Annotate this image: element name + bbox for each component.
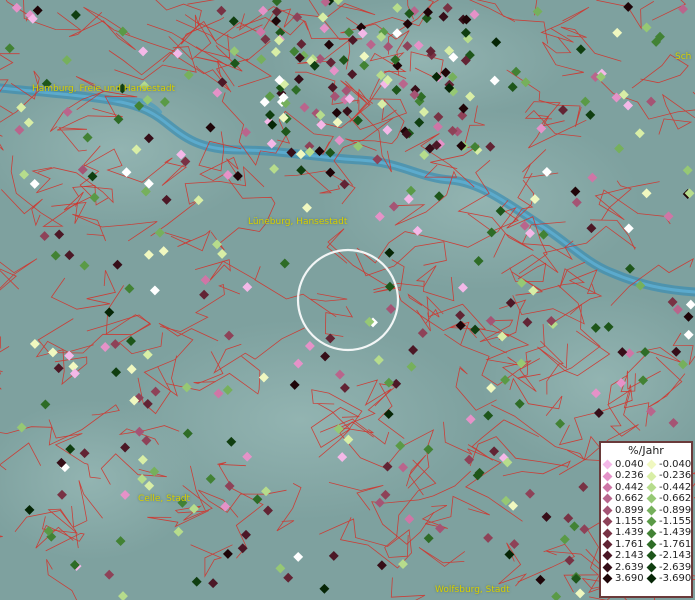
legend-value: 1.155 <box>615 515 644 527</box>
legend-row-positive: 2.143 <box>601 550 645 561</box>
legend-swatch <box>646 459 657 470</box>
legend-value: -0.442 <box>659 481 692 493</box>
legend-swatch <box>646 482 657 493</box>
legend-row-negative: -1.761 <box>645 539 691 550</box>
legend-row-positive: 0.040 <box>601 459 645 470</box>
legend-swatch <box>646 493 657 504</box>
legend-title: %/Jahr <box>628 444 664 457</box>
legend-row-negative: -1.155 <box>645 516 691 527</box>
legend-swatch <box>602 528 613 538</box>
legend-swatch <box>602 493 613 504</box>
legend-swatch <box>646 550 657 561</box>
legend-value: -1.761 <box>659 538 692 550</box>
legend-row-negative: -0.442 <box>645 482 691 493</box>
legend-row-negative: -2.639 <box>645 562 691 573</box>
legend: %/Jahr 0.040 0.236 0.442 0.662 0.899 1.155 1.4… <box>599 441 693 598</box>
place-label-hamburg: Hamburg, Freie und Hansestadt <box>32 84 176 94</box>
legend-value: -0.899 <box>659 504 692 516</box>
legend-swatch <box>602 573 613 584</box>
legend-row-negative: -0.899 <box>645 505 691 516</box>
legend-row-negative: -0.040 <box>645 459 691 470</box>
legend-value: -0.236 <box>659 470 692 482</box>
legend-value: 1.761 <box>615 538 644 550</box>
legend-negative-column: -0.040 -0.236 -0.442 -0.662 -0.899 -1.155 -1.4… <box>645 459 691 584</box>
legend-value: -2.143 <box>659 550 692 562</box>
legend-swatch <box>602 562 613 573</box>
map-view[interactable]: Hamburg, Freie und Hansestadt Lüneburg, … <box>0 0 695 600</box>
legend-row-positive: 1.439 <box>601 527 645 538</box>
legend-row-negative: -0.662 <box>645 493 691 504</box>
legend-value: 0.899 <box>615 504 644 516</box>
place-label-wolfsburg: Wolfsburg, Stadt <box>435 585 510 595</box>
legend-row-positive: 2.639 <box>601 562 645 573</box>
place-label-celle: Celle, Stadt <box>138 494 191 504</box>
legend-positive-column: 0.040 0.236 0.442 0.662 0.899 1.155 1.439 1.761… <box>601 459 645 584</box>
legend-value: 1.439 <box>615 527 644 539</box>
legend-swatch <box>602 471 613 482</box>
place-label-lueneburg: Lüneburg, Hansestadt <box>248 217 348 227</box>
legend-swatch <box>602 516 613 527</box>
legend-row-negative: -1.439 <box>645 527 691 538</box>
legend-value: 3.690 <box>615 572 644 584</box>
legend-value: 0.662 <box>615 493 644 505</box>
legend-row-negative: -3.690 <box>645 573 691 584</box>
legend-swatch <box>646 573 657 584</box>
legend-value: -3.690 <box>659 572 692 584</box>
legend-swatch <box>646 471 657 482</box>
legend-value: 0.442 <box>615 481 644 493</box>
legend-swatch <box>602 505 613 516</box>
legend-swatch <box>602 550 613 561</box>
legend-swatch <box>602 482 613 493</box>
legend-value: -1.155 <box>659 515 692 527</box>
legend-swatch <box>646 539 657 550</box>
place-label-partial: Sch <box>675 52 692 62</box>
legend-swatch <box>602 539 613 550</box>
legend-value: 0.040 <box>615 459 644 470</box>
legend-value: 0.236 <box>615 470 644 482</box>
legend-value: -2.639 <box>659 561 692 573</box>
legend-row-positive: 0.899 <box>601 505 645 516</box>
legend-swatch <box>646 505 657 516</box>
legend-row-positive: 0.662 <box>601 493 645 504</box>
legend-row-positive: 1.155 <box>601 516 645 527</box>
legend-row-positive: 3.690 <box>601 573 645 584</box>
legend-value: -0.040 <box>659 459 692 470</box>
legend-value: 2.143 <box>615 550 644 562</box>
legend-row-positive: 1.761 <box>601 539 645 550</box>
legend-row-negative: -0.236 <box>645 470 691 481</box>
legend-swatch <box>646 562 657 573</box>
legend-swatch <box>602 459 613 470</box>
legend-value: -1.439 <box>659 527 692 539</box>
legend-value: 2.639 <box>615 561 644 573</box>
legend-row-negative: -2.143 <box>645 550 691 561</box>
legend-swatch <box>646 516 657 527</box>
legend-value: -0.662 <box>659 493 692 505</box>
legend-row-positive: 0.442 <box>601 482 645 493</box>
legend-swatch <box>646 528 657 538</box>
legend-row-positive: 0.236 <box>601 470 645 481</box>
